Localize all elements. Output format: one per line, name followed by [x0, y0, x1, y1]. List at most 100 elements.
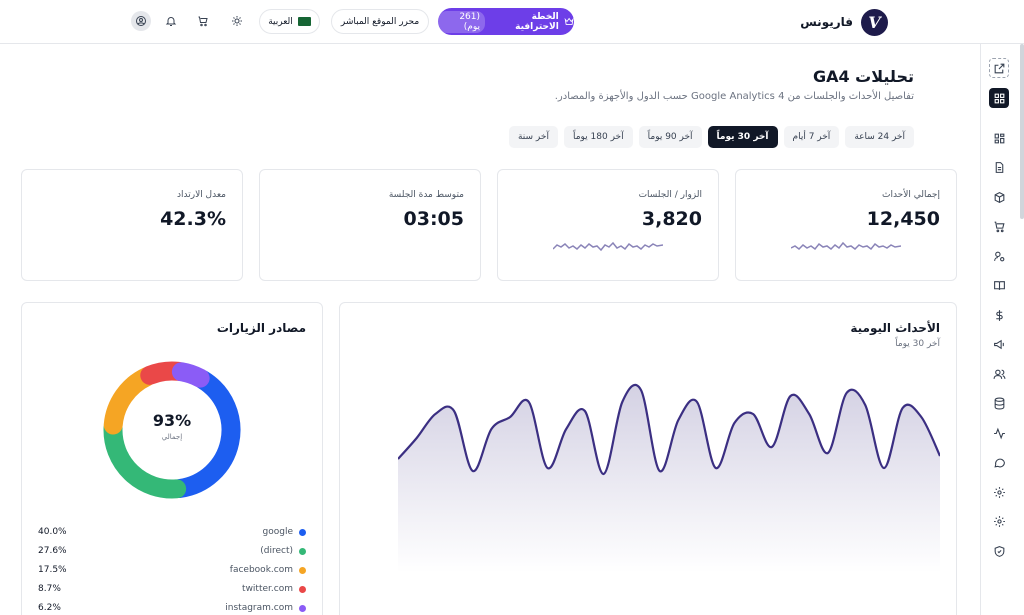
legend-pct: 40.0%	[38, 527, 67, 537]
book-icon	[993, 280, 1005, 290]
live-site-editor-button[interactable]: محرر الموقع المباشر	[331, 9, 429, 34]
sidebar-item-dashboard[interactable]	[989, 88, 1009, 108]
sidebar-item-database[interactable]	[989, 393, 1009, 413]
file-icon	[995, 161, 1003, 173]
pro-plan-button[interactable]: الخطة الاحترافية (261 يوم)	[438, 8, 574, 35]
data-point-day-21[interactable]	[768, 443, 776, 451]
data-point-day-26[interactable]	[861, 401, 869, 409]
legend-row: 27.6% (direct)	[38, 543, 306, 559]
data-point-day-13[interactable]	[618, 398, 626, 406]
data-point-day-11[interactable]	[581, 407, 589, 415]
stat-value: 12,450	[866, 208, 940, 230]
settings-icon	[993, 486, 1005, 498]
data-point-day-8[interactable]	[525, 398, 533, 406]
data-point-day-22[interactable]	[786, 392, 794, 400]
stat-label: الزوار / الجلسات	[638, 190, 702, 200]
bell-icon	[165, 17, 177, 26]
cart-icon	[198, 16, 208, 27]
brand-logo: V	[861, 8, 888, 36]
shield-icon	[994, 545, 1004, 557]
chat-icon	[993, 458, 1005, 468]
cart-button[interactable]	[193, 11, 213, 31]
data-point-day-27[interactable]	[880, 464, 888, 472]
sidebar-item-advanced-settings[interactable]	[989, 511, 1009, 531]
sun-icon	[232, 16, 242, 26]
sidebar-item-products[interactable]	[989, 187, 1009, 207]
language-label: العربية	[268, 16, 293, 27]
sidebar-item-pages[interactable]	[989, 157, 1009, 177]
sidebar-item-messages[interactable]	[989, 452, 1009, 472]
data-point-day-10[interactable]	[562, 425, 570, 433]
sidebar-item-blog[interactable]	[989, 275, 1009, 295]
range-tab-30d[interactable]: آخر 30 يوماً	[707, 126, 778, 148]
user-menu-button[interactable]	[131, 11, 151, 31]
data-point-day-18[interactable]	[712, 464, 720, 472]
traffic-sources-panel: مصادر الزيارات 93% إجمالي 40.0% google 2…	[21, 302, 323, 615]
box-icon	[994, 191, 1004, 203]
legend-dot	[299, 547, 306, 555]
donut-slice-instagramcom[interactable]	[171, 362, 210, 388]
sidebar-item-settings[interactable]	[989, 482, 1009, 502]
legend-pct: 8.7%	[38, 584, 61, 594]
theme-toggle-button[interactable]	[227, 11, 247, 31]
language-switcher[interactable]: العربية	[259, 9, 320, 34]
main-content: تحليلات GA4 تفاصيل الأحداث والجلسات من G…	[0, 44, 980, 615]
sidebar-item-external[interactable]	[989, 58, 1009, 78]
range-tab-90d[interactable]: آخر 90 يوماً	[638, 126, 702, 148]
panel-title: مصادر الزيارات	[216, 321, 306, 335]
range-tab-1y[interactable]: آخر سنة	[508, 126, 558, 148]
data-point-day-2[interactable]	[413, 434, 421, 442]
brand[interactable]: فاريونس V	[800, 8, 888, 36]
brand-name: فاريونس	[800, 15, 853, 29]
sidebar-item-orders[interactable]	[989, 216, 1009, 236]
sidebar-item-security[interactable]	[989, 541, 1009, 561]
legend-pct: 17.5%	[38, 565, 67, 575]
legend-row: 8.7% twitter.com	[38, 581, 306, 597]
sidebar-item-marketing[interactable]	[989, 334, 1009, 354]
legend-row: 17.5% facebook.com	[38, 562, 306, 578]
sidebar-item-analytics[interactable]	[989, 423, 1009, 443]
range-tab-180d[interactable]: آخر 180 يوماً	[563, 126, 633, 148]
page-subtitle: تفاصيل الأحداث والجلسات من Google Analyt…	[554, 91, 914, 102]
legend-name: google	[262, 527, 293, 537]
data-point-day-5[interactable]	[469, 467, 477, 475]
data-point-day-28[interactable]	[899, 404, 907, 412]
range-tab-24h[interactable]: آخر 24 ساعة	[845, 126, 914, 148]
top-bar: فاريونس V الخطة الاحترافية (261 يوم) محر…	[0, 0, 1024, 44]
area-fill	[398, 384, 940, 573]
panel-title: الأحداث اليومية	[850, 321, 940, 335]
data-point-day-15[interactable]	[656, 467, 664, 475]
database-icon	[994, 397, 1004, 409]
page-scrollbar[interactable]	[1020, 44, 1024, 219]
data-point-day-16[interactable]	[674, 416, 682, 424]
sidebar-item-users[interactable]	[989, 364, 1009, 384]
stat-label: معدل الارتداد	[176, 190, 226, 200]
legend-dot	[299, 585, 306, 593]
data-point-day-3[interactable]	[431, 410, 439, 418]
data-point-day-29[interactable]	[917, 413, 925, 421]
range-tab-7d[interactable]: آخر 7 أيام	[783, 126, 840, 148]
notifications-button[interactable]	[161, 11, 181, 31]
legend-name: (direct)	[260, 546, 293, 556]
legend-row: 40.0% google	[38, 524, 306, 540]
settings-icon	[993, 515, 1005, 527]
data-point-day-19[interactable]	[730, 419, 738, 427]
activity-icon	[993, 427, 1005, 439]
sidebar-item-layout[interactable]	[989, 128, 1009, 148]
data-point-day-12[interactable]	[600, 470, 608, 478]
data-point-day-9[interactable]	[544, 464, 552, 472]
sidebar-item-customers[interactable]	[989, 246, 1009, 266]
data-point-day-6[interactable]	[487, 425, 495, 433]
data-point-day-7[interactable]	[506, 413, 514, 421]
stat-card-total-events: إجمالي الأحداث 12,450	[735, 169, 957, 281]
plan-label: الخطة الاحترافية	[515, 11, 559, 32]
data-point-day-20[interactable]	[749, 410, 757, 418]
data-point-day-24[interactable]	[824, 449, 832, 457]
data-point-day-4[interactable]	[450, 407, 458, 415]
data-point-day-14[interactable]	[637, 386, 645, 394]
data-point-day-25[interactable]	[843, 389, 851, 397]
sidebar-item-finance[interactable]	[989, 305, 1009, 325]
legend-dot	[299, 566, 306, 574]
data-point-day-23[interactable]	[805, 410, 813, 418]
data-point-day-17[interactable]	[693, 398, 701, 406]
